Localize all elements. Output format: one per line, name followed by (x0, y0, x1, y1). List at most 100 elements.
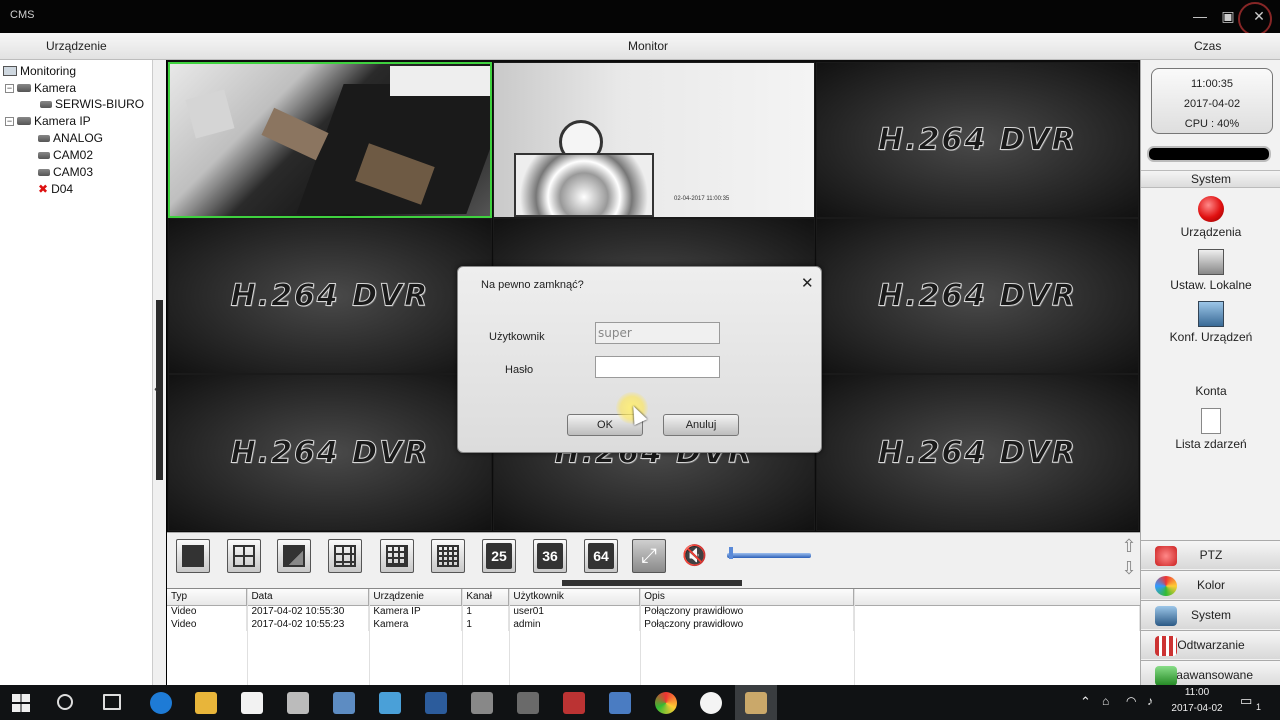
column-header-user[interactable]: Użytkownik (508, 589, 641, 606)
column-header-date[interactable]: Data (246, 589, 370, 606)
dvr-logo: H.264 DVR (878, 122, 1077, 158)
video-channel-6[interactable]: H.264 DVR (816, 218, 1139, 374)
cell-type: Video (167, 605, 248, 618)
app-icon[interactable] (425, 692, 447, 714)
volume-knob[interactable] (728, 547, 733, 559)
store-icon[interactable] (241, 692, 263, 714)
search-icon[interactable] (57, 694, 73, 710)
ptz-button[interactable]: PTZ (1141, 540, 1280, 569)
video-channel-2[interactable]: 02-04-2017 11:00:35 (493, 62, 815, 218)
app-icon[interactable] (517, 692, 539, 714)
password-field[interactable] (595, 356, 720, 378)
devices-item[interactable]: Urządzenia (1141, 196, 1280, 239)
layout-16-button[interactable] (431, 539, 465, 573)
chrome-icon[interactable] (655, 692, 677, 714)
restore-icon[interactable]: ▣ (1217, 6, 1239, 26)
notifications-count: 1 (1256, 702, 1262, 712)
layout-6-button[interactable] (277, 539, 311, 573)
tree-group-kamera[interactable]: − Kamera (5, 81, 76, 95)
playback-button[interactable]: Odtwarzanie (1141, 630, 1280, 659)
video-channel-3[interactable]: H.264 DVR (816, 62, 1139, 218)
app-icon[interactable] (609, 692, 631, 714)
settings-computer-icon (1198, 249, 1224, 275)
app-icon[interactable] (333, 692, 355, 714)
layout-4-button[interactable] (227, 539, 261, 573)
monitor-icon (3, 66, 17, 76)
fullscreen-button[interactable]: ⤢ (632, 539, 666, 573)
tray-chevron-icon[interactable]: ⌃ (1080, 694, 1091, 710)
camera-icon (38, 151, 50, 159)
tree-item-d04[interactable]: ✖ D04 (38, 182, 73, 196)
menu-monitor[interactable]: Monitor (628, 39, 668, 53)
layout-1-button[interactable] (176, 539, 210, 573)
taskbar-time[interactable]: 11:00 (1168, 687, 1226, 698)
device-config-item[interactable]: Konf. Urządzeń (1141, 301, 1280, 344)
menu-device[interactable]: Urządzenie (46, 39, 107, 53)
edge-icon[interactable] (150, 692, 172, 714)
volume-icon[interactable]: ♪ (1147, 694, 1153, 708)
tree-item-label: CAM03 (53, 165, 94, 179)
video-channel-4[interactable]: H.264 DVR (168, 218, 492, 374)
column-header-channel[interactable]: Kanał (461, 589, 510, 606)
video-channel-1[interactable] (168, 62, 492, 218)
layout-25-button[interactable]: 25 (482, 539, 516, 573)
event-log: Typ Data Urządzenie Kanał Użytkownik Opi… (167, 588, 1140, 686)
cancel-button[interactable]: Anuluj (663, 414, 739, 436)
tree-item-cam02[interactable]: CAM02 (38, 148, 93, 162)
column-header-type[interactable]: Typ (167, 589, 248, 606)
task-view-icon[interactable] (103, 694, 121, 710)
column-header-description[interactable]: Opis (639, 589, 855, 606)
arrow-up-icon[interactable]: ⇧ (1119, 535, 1139, 557)
table-row[interactable]: Video 2017-04-02 10:55:30 Kamera IP 1 us… (167, 605, 1140, 618)
app-icon[interactable] (379, 692, 401, 714)
tree-group-kamera-ip[interactable]: − Kamera IP (5, 114, 91, 128)
volume-slider[interactable] (727, 553, 811, 558)
system-button[interactable]: System (1141, 600, 1280, 629)
cell-description: Połączony prawidłowo (639, 605, 855, 618)
app-icon[interactable] (563, 692, 585, 714)
collapse-icon[interactable]: − (5, 116, 14, 126)
mute-icon[interactable]: 🔇 (682, 543, 712, 571)
event-list-item[interactable]: Lista zdarzeń (1141, 408, 1280, 451)
panel-resize-handle[interactable] (562, 580, 742, 586)
wifi-icon[interactable]: ◠ (1126, 694, 1136, 708)
layout-64-button[interactable]: 64 (584, 539, 618, 573)
app-icon[interactable] (700, 692, 722, 714)
arrow-down-icon[interactable]: ⇩ (1119, 557, 1139, 579)
tree-item-cam03[interactable]: CAM03 (38, 165, 93, 179)
cell-date: 2017-04-02 10:55:23 (246, 618, 370, 631)
file-explorer-icon[interactable] (195, 692, 217, 714)
tree-item-analog[interactable]: ANALOG (38, 131, 103, 145)
taskbar-date[interactable]: 2017-04-02 (1168, 703, 1226, 714)
calculator-icon[interactable] (287, 692, 309, 714)
tree-root[interactable]: Monitoring (3, 64, 76, 78)
system-label: System (1190, 608, 1231, 622)
system-icon (1155, 606, 1177, 626)
video-channel-7[interactable]: H.264 DVR (168, 374, 492, 531)
network-icon[interactable]: ⌂ (1102, 694, 1109, 708)
layout-36-button[interactable]: 36 (533, 539, 567, 573)
dialog-close-icon[interactable]: ✕ (801, 274, 814, 292)
notifications-icon[interactable]: ▭ (1240, 693, 1252, 709)
windows-start-icon[interactable] (12, 694, 30, 712)
app-icon[interactable] (471, 692, 493, 714)
accounts-item[interactable]: Konta (1141, 355, 1280, 398)
column-header-device[interactable]: Urządzenie (368, 589, 463, 606)
tree-item-serwis-biuro[interactable]: SERWIS-BIURO (40, 97, 144, 111)
minimize-icon[interactable]: — (1189, 6, 1211, 26)
layout-13-button[interactable] (380, 539, 414, 573)
color-button[interactable]: Kolor (1141, 570, 1280, 599)
table-row[interactable]: Video 2017-04-02 10:55:23 Kamera 1 admin… (167, 618, 1140, 631)
layout-9-button[interactable] (328, 539, 362, 573)
menu-time[interactable]: Czas (1194, 39, 1221, 53)
cell-type: Video (167, 618, 248, 631)
scroll-arrows[interactable]: ⇧ ⇩ (1119, 535, 1139, 583)
users-icon (1198, 355, 1224, 381)
collapse-panel-arrow-icon[interactable]: ‹ (154, 380, 159, 396)
record-icon (1198, 196, 1224, 222)
layout-36-label: 36 (537, 543, 563, 569)
username-field[interactable] (595, 322, 720, 344)
video-channel-9[interactable]: H.264 DVR (816, 374, 1139, 531)
collapse-icon[interactable]: − (5, 83, 14, 93)
local-settings-item[interactable]: Ustaw. Lokalne (1141, 249, 1280, 292)
